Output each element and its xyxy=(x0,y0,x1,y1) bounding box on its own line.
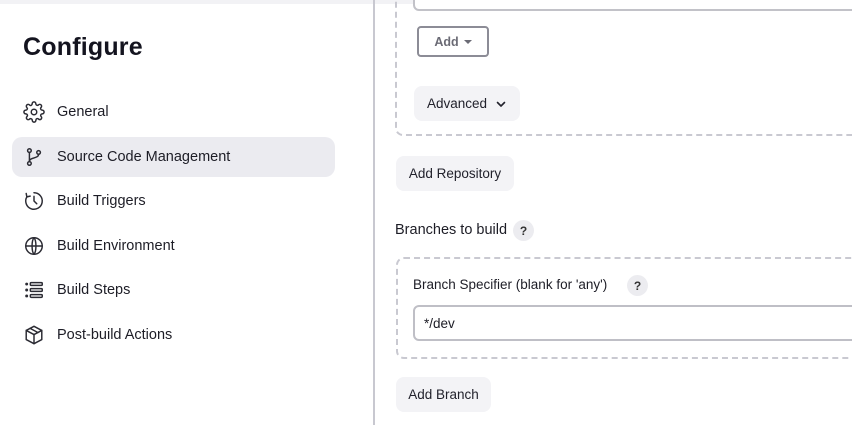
add-repository-label: Add Repository xyxy=(408,166,502,181)
sidebar-item-post-build-actions[interactable]: Post-build Actions xyxy=(12,315,335,355)
sidebar-nav: General Source Code Management Build Tri… xyxy=(12,92,335,359)
help-icon[interactable]: ? xyxy=(627,275,648,296)
sidebar: Configure General Source Code Management… xyxy=(0,0,374,425)
list-icon xyxy=(23,279,45,301)
sidebar-item-label: Build Steps xyxy=(57,282,131,298)
chevron-down-icon xyxy=(496,101,506,107)
add-branch-button[interactable]: Add Branch xyxy=(396,377,491,412)
add-branch-label: Add Branch xyxy=(408,387,479,402)
branch-specifier-label: Branch Specifier (blank for 'any') xyxy=(413,277,608,292)
gear-icon xyxy=(23,101,45,123)
page-title: Configure xyxy=(23,33,143,61)
help-icon[interactable]: ? xyxy=(513,220,534,241)
caret-down-icon xyxy=(463,39,472,44)
globe-icon xyxy=(23,235,45,257)
sidebar-item-label: General xyxy=(57,104,109,120)
add-button-label: Add xyxy=(434,34,459,49)
sidebar-item-label: Build Triggers xyxy=(57,193,146,209)
sidebar-item-source-code-management[interactable]: Source Code Management xyxy=(12,136,335,177)
sidebar-item-build-triggers[interactable]: Build Triggers xyxy=(12,181,335,221)
main-panel xyxy=(375,0,852,425)
advanced-button[interactable]: Advanced xyxy=(414,86,520,121)
sidebar-item-general[interactable]: General xyxy=(12,92,335,132)
repository-url-field[interactable] xyxy=(413,0,852,11)
sidebar-item-build-steps[interactable]: Build Steps xyxy=(12,270,335,310)
sidebar-item-label: Build Environment xyxy=(57,237,175,254)
advanced-button-label: Advanced xyxy=(426,96,488,111)
branches-to-build-label: Branches to build xyxy=(395,222,508,238)
add-credentials-button[interactable]: Add xyxy=(417,26,489,57)
sidebar-item-label: Post-build Actions xyxy=(57,326,173,343)
git-branch-icon xyxy=(23,146,45,168)
cube-icon xyxy=(23,324,45,346)
branch-specifier-input[interactable] xyxy=(413,305,852,341)
timer-icon xyxy=(23,190,45,212)
sidebar-item-build-environment[interactable]: Build Environment xyxy=(12,226,335,266)
add-repository-button[interactable]: Add Repository xyxy=(396,156,514,191)
sidebar-item-label: Source Code Management xyxy=(57,148,231,165)
